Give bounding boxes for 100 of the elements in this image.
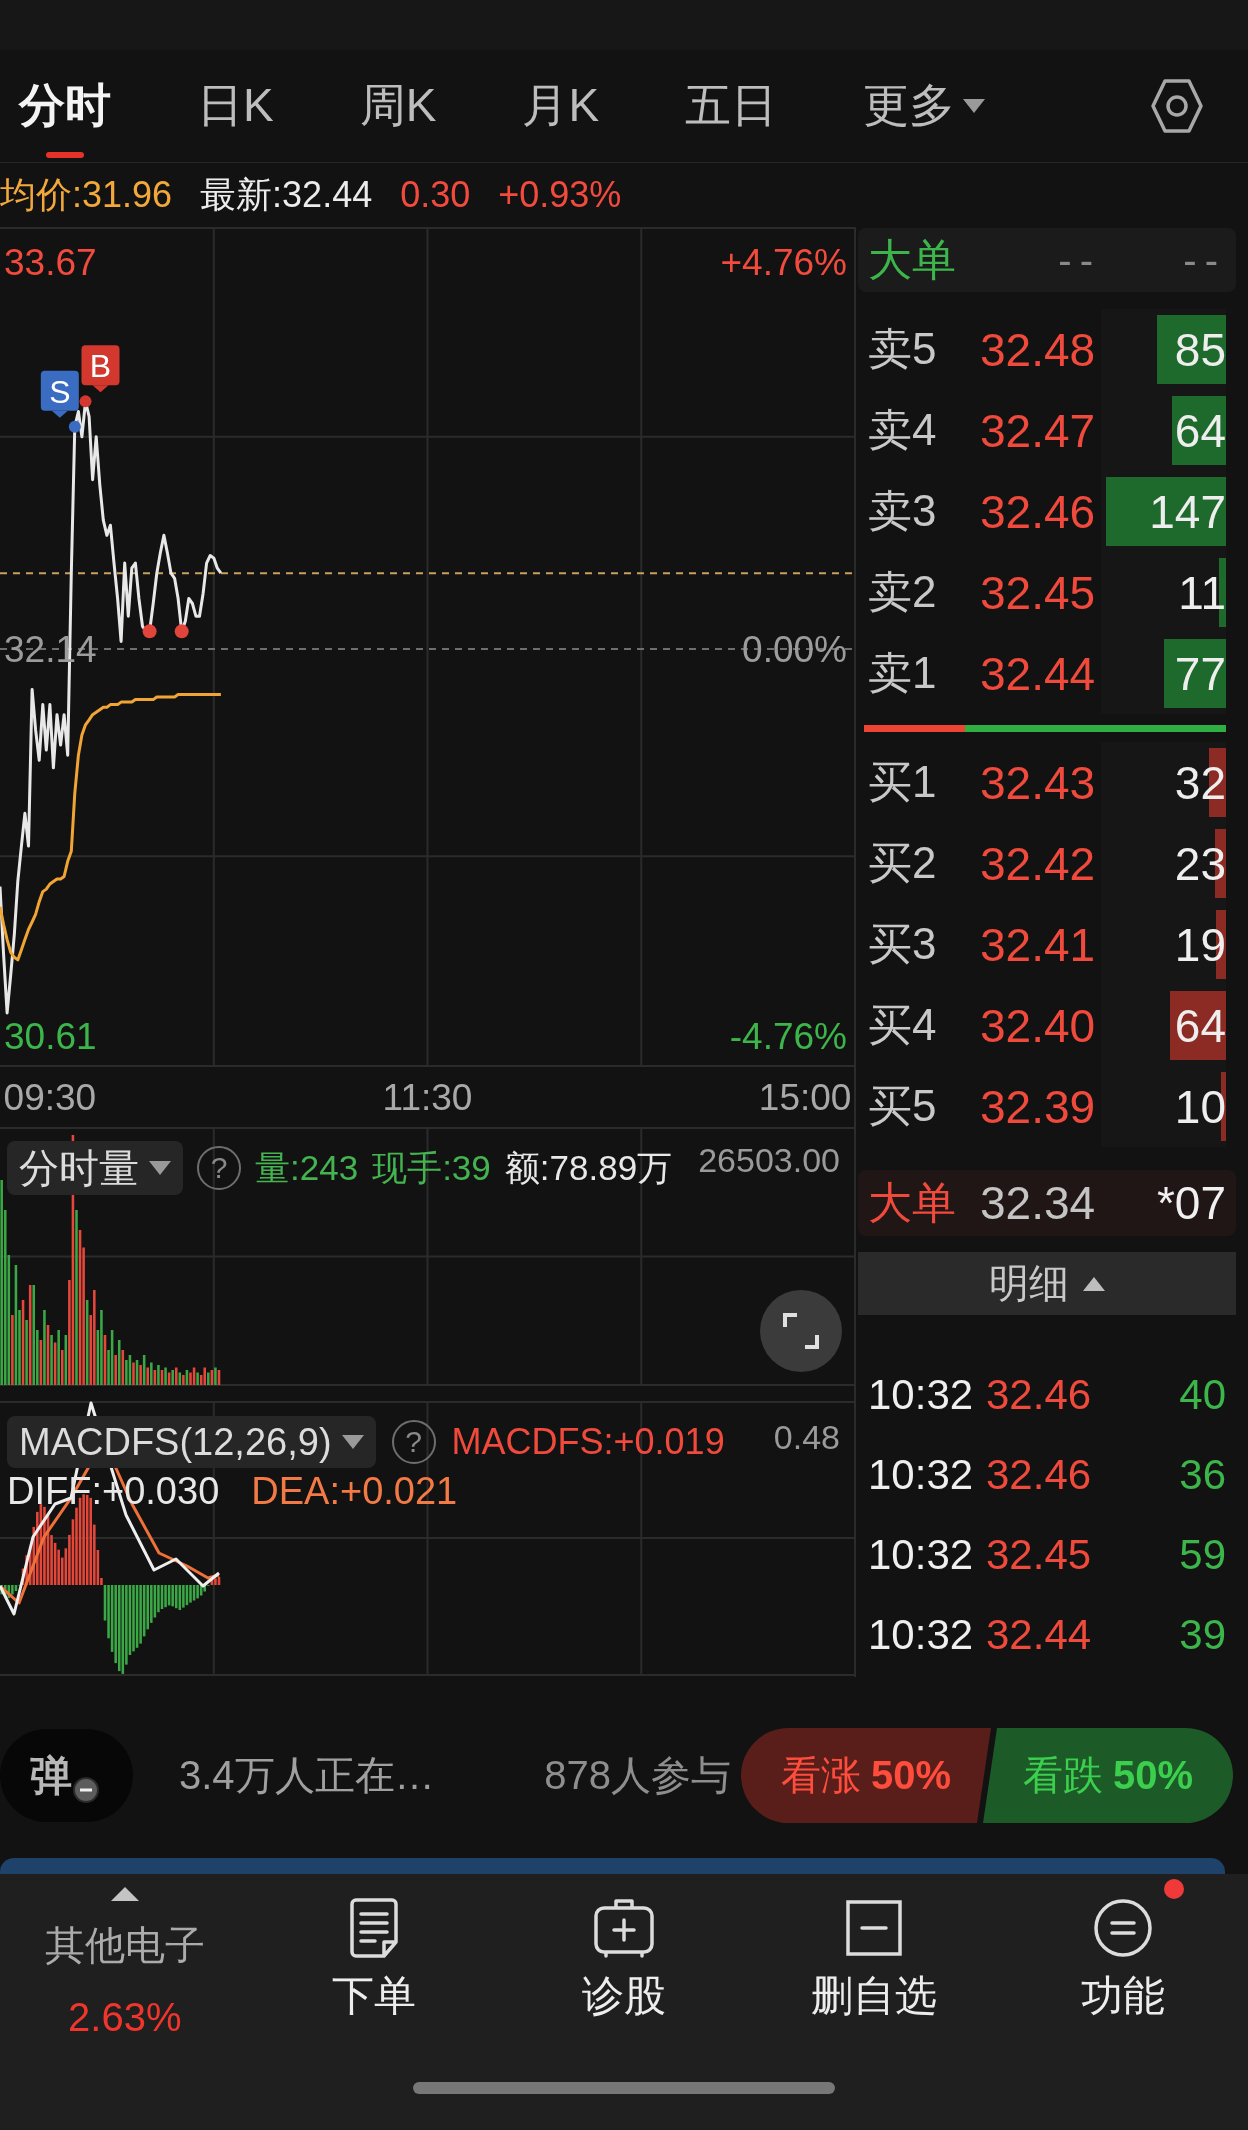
medical-kit-icon [592,1896,656,1960]
nav-button[interactable]: 诊股 [499,1874,749,2074]
ask-label: 卖2 [868,566,938,618]
trade-time: 10:32 [868,1451,975,1499]
annotation: B [89,348,112,385]
dot-marker-icon [68,420,81,433]
indicator-dropdown[interactable]: MACDFS(12,26,9) [7,1416,376,1468]
indicator-dropdown[interactable]: 分时量 [7,1141,183,1195]
nav-button[interactable]: 功能 [998,1874,1248,2074]
tab[interactable]: 分时 [19,50,111,162]
time-axis-label: 15:00 [758,1077,852,1118]
bid-price: 32.39 [980,1079,1097,1134]
trade-price: 32.45 [986,1531,1093,1579]
settings-button[interactable] [1151,78,1203,134]
ask-volume: 85 [1174,322,1226,377]
caret-icon [149,1161,171,1175]
dot-marker-icon [79,395,92,408]
change-value: 0.30 [400,174,471,216]
bid-price: 32.40 [980,998,1097,1053]
participant-count: 878人参与 [544,1752,731,1799]
annotation: S [49,373,71,410]
empty-value: -- [1183,237,1226,283]
change-value: +0.93% [498,174,622,216]
trade-price: 32.44 [986,1611,1093,1659]
bearish-vote-button[interactable]: 看跌 50% [983,1728,1233,1823]
ask-label: 卖1 [868,647,938,699]
ask-price: 32.46 [980,484,1097,539]
ask-label: 卖5 [868,323,938,375]
bid-volume: 32 [1174,755,1226,810]
bid-volume: 64 [1174,998,1226,1053]
axis-max-label: 26503.00 [698,1140,840,1180]
trade-time: 10:32 [868,1531,975,1579]
notification-dot-icon [1164,1879,1185,1899]
settings-icon [1151,78,1203,134]
ask-price: 32.45 [980,565,1097,620]
ask-price: 32.48 [980,322,1097,377]
trade-time: 10:32 [868,1371,975,1419]
indicator-value: DEA:+0.021 [251,1469,458,1513]
percent-axis-label: -4.76% [729,1015,847,1057]
bid-label: 买4 [868,999,938,1051]
tab[interactable]: 月K [522,50,600,162]
percent-axis-label: +4.76% [720,242,847,284]
ask-label: 卖4 [868,404,938,456]
tab[interactable]: 日K [197,50,274,162]
bid-price: 32.42 [980,836,1097,891]
caret-up-icon [1083,1276,1105,1291]
ask-price: 32.47 [980,403,1097,458]
indicator-value: MACDFS:+0.019 [451,1421,725,1463]
sector-button[interactable]: 其他电子 2.63% [0,1874,250,2074]
axis-max-label: 0.48 [773,1417,840,1458]
percent-axis-label: 0.00% [742,629,847,671]
bid-label: 买2 [868,837,938,889]
ask-volume: 77 [1174,646,1226,701]
help-button[interactable]: ? [197,1146,241,1190]
tab[interactable]: 周K [359,50,437,162]
ask-volume: 11 [1178,565,1226,620]
volume-stat: 量:243 [255,1146,359,1189]
tab[interactable]: 五日 [685,50,778,162]
time-axis-label: 11:30 [382,1077,473,1118]
bid-label: 买3 [868,918,938,970]
big-order-volume: *07 [1156,1176,1226,1230]
viewer-count: 3.4万人正在… [179,1752,435,1799]
trade-volume: 39 [1179,1611,1226,1659]
dot-marker-icon [174,624,189,639]
ask-label: 卖3 [868,485,938,537]
caret-icon [341,1435,364,1449]
trade-price: 32.46 [986,1371,1093,1419]
nav-button[interactable]: 下单 [249,1874,500,2074]
empty-value: -- [1058,237,1101,283]
big-order-label: 大单 [868,233,957,286]
danmaku-button[interactable]: 弹 [0,1729,133,1822]
caret-up-icon [110,1887,139,1901]
bid-price: 32.41 [980,917,1097,972]
bid-label: 买5 [868,1080,938,1132]
detail-tab[interactable]: 明细 [858,1252,1236,1315]
bid-volume: 19 [1174,917,1226,972]
trade-price: 32.46 [986,1451,1093,1499]
bid-volume: 23 [1174,836,1226,891]
trade-volume: 36 [1179,1451,1226,1499]
price-axis-label: 33.67 [4,242,97,284]
trade-volume: 40 [1179,1371,1226,1419]
trade-time: 10:32 [868,1611,975,1659]
latest-price: 最新:32.44 [200,172,373,217]
average-price: 均价:31.96 [0,172,173,217]
time-axis-label: 09:30 [3,1077,97,1118]
price-axis-label: 30.61 [4,1015,97,1057]
bid-label: 买1 [868,756,938,808]
dot-marker-icon [142,624,157,639]
ask-volume: 64 [1174,403,1226,458]
volume-stat: 额:78.89万 [504,1146,673,1189]
nav-button[interactable]: 删自选 [748,1874,999,2074]
trade-volume: 59 [1179,1531,1226,1579]
big-order-label: 大单 [868,1176,957,1229]
tab[interactable]: 更多 [863,50,986,162]
minus-badge-icon [72,1776,100,1804]
bullish-vote-button[interactable]: 看涨 50% [741,1728,991,1823]
caret-icon [963,99,986,113]
expand-icon [781,1311,821,1351]
help-button[interactable]: ? [391,1420,436,1464]
bid-price: 32.43 [980,755,1097,810]
